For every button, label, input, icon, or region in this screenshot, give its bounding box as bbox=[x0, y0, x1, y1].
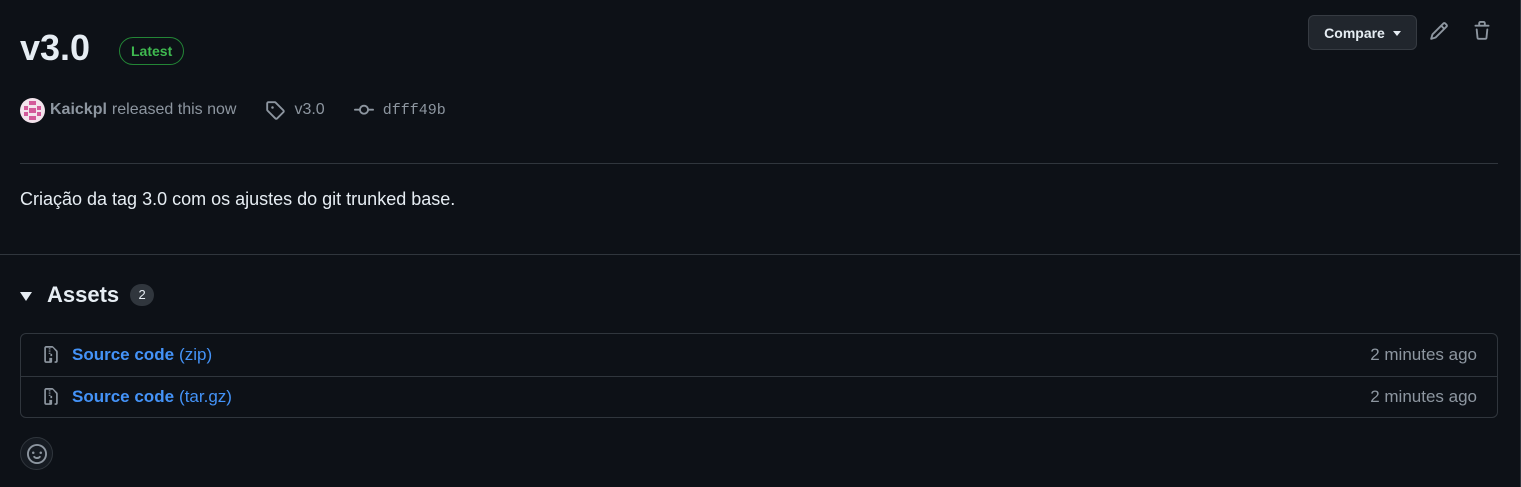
pencil-icon bbox=[1430, 22, 1448, 40]
release-page: v3.0 Latest Compare Kaickpl released thi… bbox=[0, 0, 1521, 487]
tag-icon bbox=[265, 100, 286, 120]
compare-button[interactable]: Compare bbox=[1308, 15, 1417, 50]
asset-timestamp: 2 minutes ago bbox=[1370, 386, 1477, 406]
smiley-icon bbox=[26, 443, 47, 464]
file-zip-icon bbox=[42, 387, 60, 407]
tag-link[interactable]: v3.0 bbox=[294, 101, 324, 119]
assets-count: 2 bbox=[130, 284, 155, 306]
trash-icon bbox=[1474, 21, 1490, 40]
asset-link[interactable]: Source code bbox=[72, 387, 174, 407]
add-reaction-button[interactable] bbox=[20, 437, 53, 470]
caret-down-icon bbox=[1392, 31, 1401, 36]
identicon-icon bbox=[24, 100, 41, 120]
list-item[interactable]: Source code (zip) 2 minutes ago bbox=[21, 334, 1497, 376]
asset-link[interactable]: Source code bbox=[72, 345, 174, 365]
latest-badge: Latest bbox=[119, 37, 185, 65]
release-meta: Kaickpl released this now v3.0 dfff49b bbox=[20, 97, 446, 123]
compare-label: Compare bbox=[1324, 24, 1385, 41]
asset-timestamp: 2 minutes ago bbox=[1370, 344, 1477, 364]
released-text: released this now bbox=[111, 101, 237, 118]
delete-release-button[interactable] bbox=[1470, 19, 1494, 43]
assets-title: Assets bbox=[47, 282, 120, 307]
asset-type[interactable]: (zip) bbox=[179, 345, 212, 365]
commit-link[interactable]: dfff49b bbox=[383, 102, 446, 119]
list-item[interactable]: Source code (tar.gz) 2 minutes ago bbox=[21, 375, 1497, 418]
release-title[interactable]: v3.0 bbox=[20, 26, 90, 70]
commit-icon bbox=[353, 100, 374, 120]
file-zip-icon bbox=[42, 345, 60, 365]
author-link[interactable]: Kaickpl bbox=[50, 101, 107, 119]
edit-release-button[interactable] bbox=[1427, 19, 1451, 43]
assets-toggle[interactable]: Assets 2 bbox=[20, 281, 155, 309]
divider bbox=[0, 254, 1521, 255]
asset-type[interactable]: (tar.gz) bbox=[179, 387, 232, 407]
release-description: Criação da tag 3.0 com os ajustes do git… bbox=[20, 189, 456, 209]
triangle-down-icon bbox=[20, 291, 32, 301]
divider bbox=[20, 163, 1498, 164]
assets-list: Source code (zip) 2 minutes ago Source c… bbox=[20, 333, 1498, 418]
avatar[interactable] bbox=[20, 97, 45, 123]
